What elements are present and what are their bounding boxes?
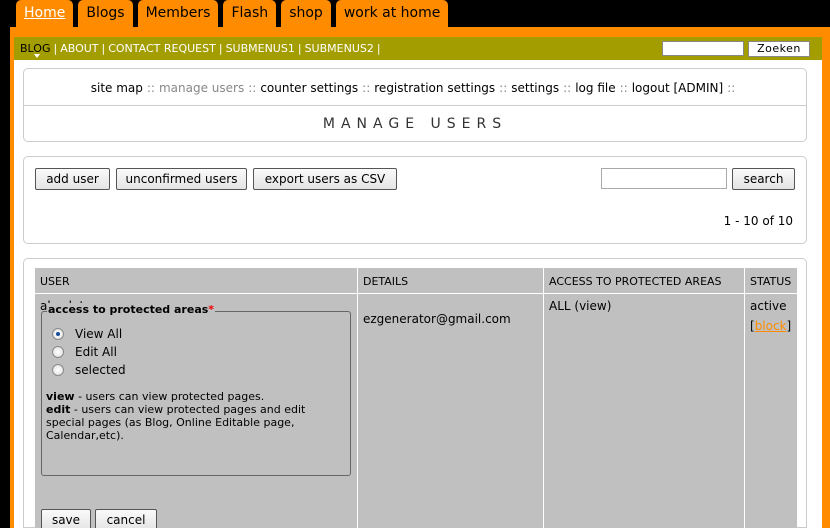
column-divider (543, 294, 544, 528)
menu-separator: :: (619, 81, 628, 95)
pagination-info: 1 - 10 of 10 (723, 214, 793, 228)
column-header-details: DETAILS (358, 268, 544, 294)
legend-text: access to protected areas (48, 303, 209, 316)
unconfirmed-users-button[interactable]: unconfirmed users (116, 168, 247, 190)
block-user-link[interactable]: block (755, 319, 787, 333)
access-legend: access to protected areas* (47, 303, 216, 316)
export-csv-button[interactable]: export users as CSV (253, 168, 397, 190)
user-access: ALL (view) (549, 299, 612, 313)
site-search-input[interactable] (662, 41, 744, 56)
help-edit-text: - users can view protected pages and edi… (46, 403, 306, 442)
menu-separator: :: (146, 81, 155, 95)
subnav-item-about[interactable]: ABOUT (60, 42, 98, 55)
tab-work-at-home[interactable]: work at home (335, 0, 449, 28)
column-header-user: USER (35, 268, 358, 294)
subnav-item-blog[interactable]: BLOG (20, 42, 50, 58)
menu-link-settings[interactable]: settings (511, 81, 559, 95)
subnav-separator: | (376, 42, 381, 55)
menu-separator: :: (499, 81, 508, 95)
main-tabs: Home Blogs Members Flash shop work at ho… (16, 0, 449, 28)
radio-edit-all-label: Edit All (75, 345, 117, 359)
radio-edit-all[interactable] (52, 346, 64, 358)
search-button[interactable]: search (732, 168, 795, 190)
zoeken-button[interactable]: Zoeken (748, 41, 810, 57)
user-status: active (750, 299, 787, 313)
tab-shop[interactable]: shop (281, 0, 331, 28)
page-title: MANAGE USERS (322, 116, 508, 132)
subnav-item-submenus2[interactable]: SUBMENUS2 (305, 42, 374, 55)
column-header-status: STATUS (745, 268, 797, 294)
help-view-text: - users can view protected pages. (74, 390, 265, 403)
users-table-panel: USER DETAILS ACCESS TO PROTECTED AREAS S… (23, 258, 807, 528)
user-email: ezgenerator@gmail.com (363, 312, 511, 326)
menu-link-manage-users[interactable]: manage users (159, 81, 244, 95)
radio-selected-row: selected (52, 362, 126, 378)
subnav-separator: | (101, 42, 106, 55)
radio-edit-all-row: Edit All (52, 344, 117, 360)
access-fieldset: access to protected areas* View All Edit… (41, 303, 351, 476)
column-divider (744, 294, 745, 528)
help-view-term: view (46, 390, 75, 403)
menu-link-registration-settings[interactable]: registration settings (374, 81, 495, 95)
radio-view-all-row: View All (52, 326, 122, 342)
cancel-button[interactable]: cancel (95, 509, 157, 528)
tab-members[interactable]: Members (137, 0, 219, 28)
radio-selected[interactable] (52, 364, 64, 376)
menu-link-logout[interactable]: logout [ADMIN] (632, 81, 723, 95)
radio-selected-label: selected (75, 363, 126, 377)
column-divider (357, 294, 358, 528)
menu-separator: :: (362, 81, 371, 95)
add-user-button[interactable]: add user (35, 168, 110, 190)
column-header-access: ACCESS TO PROTECTED AREAS (544, 268, 745, 294)
help-edit-term: edit (46, 403, 71, 416)
admin-menu-links: site map:: manage users:: counter settings… (24, 81, 806, 95)
bracket-close: ] (786, 319, 792, 333)
radio-view-all-label: View All (75, 327, 123, 341)
block-link-wrapper: [block] (750, 319, 792, 333)
menu-link-counter-settings[interactable]: counter settings (260, 81, 358, 95)
access-help-text: view - users can view protected pages. e… (46, 390, 346, 442)
users-table: USER DETAILS ACCESS TO PROTECTED AREAS S… (35, 268, 797, 528)
menu-separator: :: (563, 81, 572, 95)
tab-flash[interactable]: Flash (223, 0, 277, 28)
radio-view-all[interactable] (52, 328, 64, 340)
admin-menu-panel: site map:: manage users:: counter settings… (23, 68, 807, 142)
subnav-separator: | (297, 42, 302, 55)
tab-home[interactable]: Home (16, 0, 74, 28)
menu-link-log-file[interactable]: log file (575, 81, 615, 95)
user-actions-panel: add user unconfirmed users export users … (23, 156, 807, 244)
menu-separator: :: (248, 81, 257, 95)
divider (24, 105, 806, 106)
subnav-item-submenus1[interactable]: SUBMENUS1 (226, 42, 295, 55)
subnav-separator: | (218, 42, 223, 55)
save-button[interactable]: save (41, 509, 91, 528)
user-search-input[interactable] (601, 168, 727, 189)
required-mark: * (208, 303, 215, 316)
menu-link-site-map[interactable]: site map (91, 81, 143, 95)
subnav-item-contact-request[interactable]: CONTACT REQUEST (108, 42, 216, 55)
menu-separator: :: (727, 81, 736, 95)
tab-blogs[interactable]: Blogs (78, 0, 133, 28)
subnav-separator: | (53, 42, 58, 55)
